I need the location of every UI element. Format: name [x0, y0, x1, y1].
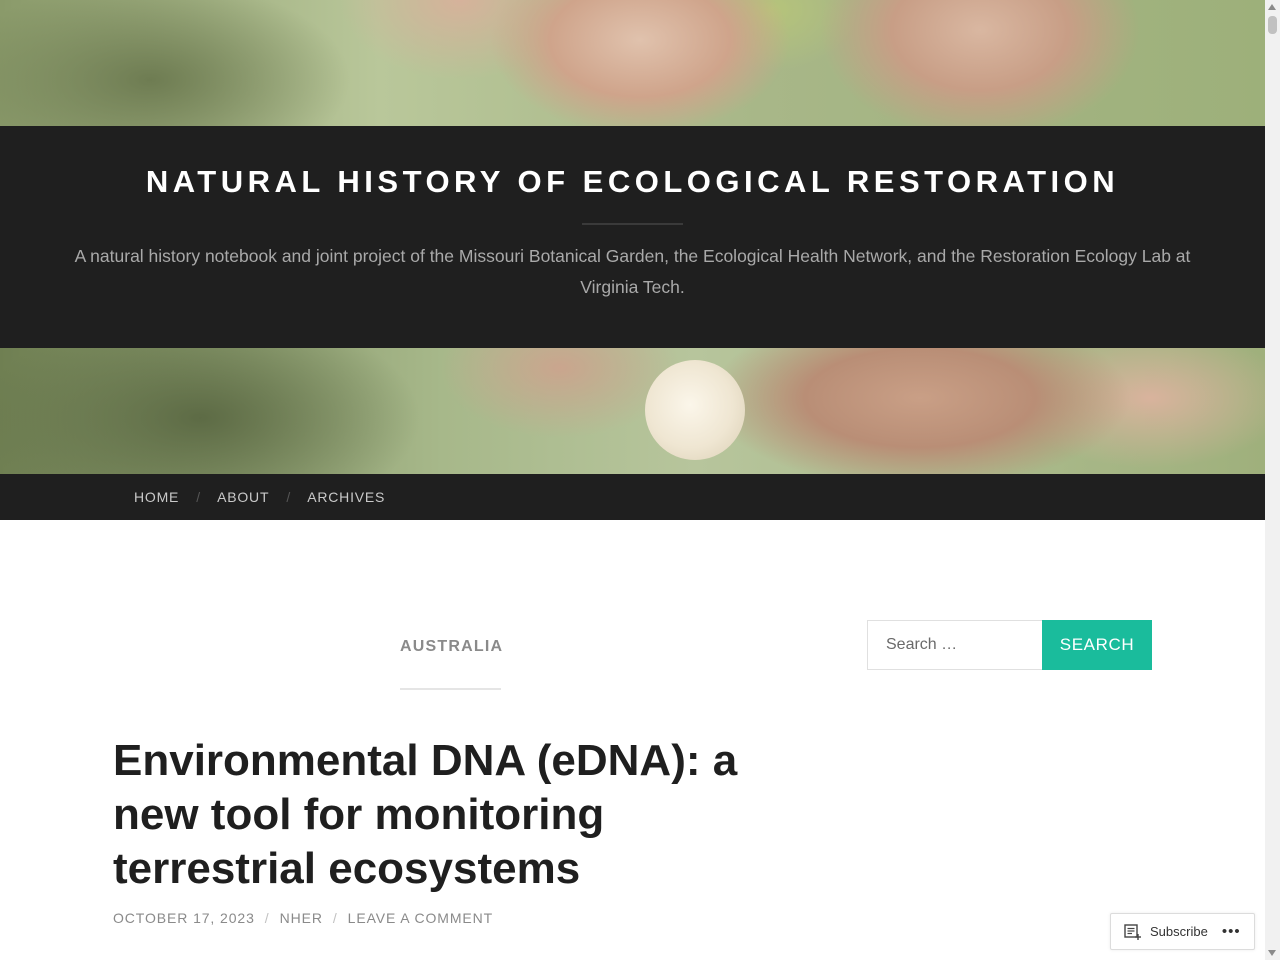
subscribe-button[interactable]: Subscribe	[1150, 924, 1208, 939]
header-image-bottom	[0, 348, 1265, 474]
ellipsis-icon[interactable]: •••	[1222, 923, 1241, 940]
nav-separator: /	[196, 489, 201, 505]
meta-separator: /	[264, 910, 270, 926]
nav-item-archives[interactable]: ARCHIVES	[307, 489, 385, 505]
category-divider	[400, 688, 501, 690]
subscribe-bar: Subscribe •••	[1110, 913, 1255, 950]
page-scrollbar[interactable]	[1265, 0, 1280, 960]
flower-bud-image	[645, 360, 745, 460]
scroll-thumb[interactable]	[1268, 16, 1277, 34]
post-title[interactable]: Environmental DNA (eDNA): a new tool for…	[113, 734, 793, 896]
archive-category-title: AUSTRALIA	[400, 638, 504, 655]
post-meta: OCTOBER 17, 2023 / NHER / LEAVE A COMMEN…	[113, 910, 493, 926]
nav-item-about[interactable]: ABOUT	[217, 489, 269, 505]
scroll-down-icon[interactable]	[1268, 950, 1276, 956]
leave-comment-link[interactable]: LEAVE A COMMENT	[348, 910, 494, 926]
post-author-link[interactable]: NHER	[280, 910, 323, 926]
nav-item-home[interactable]: HOME	[134, 489, 179, 505]
reader-icon[interactable]	[1124, 923, 1142, 940]
search-input[interactable]	[867, 620, 1043, 670]
site-title[interactable]: NATURAL HISTORY OF ECOLOGICAL RESTORATIO…	[0, 164, 1265, 200]
search-button[interactable]: SEARCH	[1042, 620, 1152, 670]
site-header: NATURAL HISTORY OF ECOLOGICAL RESTORATIO…	[0, 126, 1265, 348]
title-divider	[582, 223, 683, 225]
header-image-top	[0, 0, 1265, 126]
post-date-link[interactable]: OCTOBER 17, 2023	[113, 910, 255, 926]
nav-separator: /	[286, 489, 291, 505]
meta-separator: /	[332, 910, 338, 926]
main-navigation: HOME / ABOUT / ARCHIVES	[0, 474, 1265, 520]
scroll-up-icon[interactable]	[1268, 4, 1276, 10]
site-tagline: A natural history notebook and joint pro…	[74, 246, 1191, 297]
